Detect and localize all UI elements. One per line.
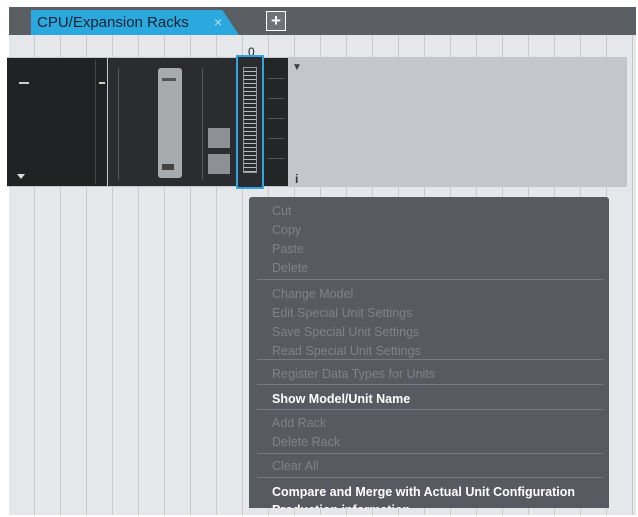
tab-label: CPU/Expansion Racks — [37, 14, 189, 31]
menu-item-read-special-unit-settings[interactable]: Read Special Unit Settings — [272, 344, 421, 358]
menu-item-edit-special-unit-settings[interactable]: Edit Special Unit Settings — [272, 306, 412, 320]
tab-bar: CPU/Expansion Racks × + — [9, 7, 636, 35]
indicator-mark — [99, 82, 105, 84]
panel-label-mark — [162, 78, 176, 81]
menu-item-register-data-types-for-units[interactable]: Register Data Types for Units — [272, 367, 435, 381]
unit-divider — [95, 60, 96, 184]
menu-item-compare-and-merge-with-actual-unit-configuration[interactable]: Compare and Merge with Actual Unit Confi… — [272, 485, 575, 499]
endcap-line — [268, 118, 284, 119]
endcap-line — [268, 138, 284, 139]
cpu-unit[interactable] — [108, 58, 238, 186]
power-supply-unit[interactable] — [7, 58, 107, 186]
info-icon[interactable]: i — [295, 172, 298, 186]
menu-item-add-rack[interactable]: Add Rack — [272, 416, 326, 430]
menu-separator — [257, 453, 603, 454]
add-tab-button[interactable]: + — [266, 11, 286, 31]
unit-divider — [202, 68, 203, 180]
menu-separator — [257, 384, 603, 385]
unit-triangle-icon — [17, 174, 25, 179]
rack-dropdown-icon[interactable]: ▼ — [292, 62, 302, 73]
terminal-block — [243, 67, 257, 173]
io-unit-slot-0[interactable] — [236, 55, 264, 189]
endcap-line — [268, 158, 284, 159]
menu-item-change-model[interactable]: Change Model — [272, 287, 353, 301]
menu-item-delete[interactable]: Delete — [272, 261, 308, 275]
cpu-front-panel — [158, 68, 182, 178]
endcap-line — [268, 98, 284, 99]
menu-item-paste[interactable]: Paste — [272, 242, 304, 256]
menu-item-show-model-unit-name[interactable]: Show Model/Unit Name — [272, 392, 410, 406]
unit-divider — [118, 68, 119, 180]
menu-item-cut[interactable]: Cut — [272, 204, 291, 218]
panel-label-mark — [162, 164, 174, 170]
menu-separator — [257, 279, 603, 280]
menu-item-clear-all[interactable]: Clear All — [272, 459, 319, 473]
menu-item-delete-rack[interactable]: Delete Rack — [272, 435, 340, 449]
menu-separator — [257, 359, 603, 360]
tab-cpu-expansion-racks[interactable]: CPU/Expansion Racks × — [31, 10, 239, 35]
menu-separator — [257, 409, 603, 410]
end-cover — [264, 58, 288, 186]
menu-item-copy[interactable]: Copy — [272, 223, 301, 237]
ethernet-port-icon — [208, 128, 230, 148]
menu-item-production-information[interactable]: Production information — [272, 503, 410, 508]
menu-separator — [257, 477, 603, 478]
menu-item-save-special-unit-settings[interactable]: Save Special Unit Settings — [272, 325, 419, 339]
endcap-line — [268, 78, 284, 79]
ethernet-port-icon — [208, 154, 230, 174]
close-icon[interactable]: × — [214, 14, 222, 30]
indicator-mark — [19, 82, 29, 84]
context-menu: Cut Copy Paste Delete Change Model Edit Speci… — [249, 197, 609, 508]
